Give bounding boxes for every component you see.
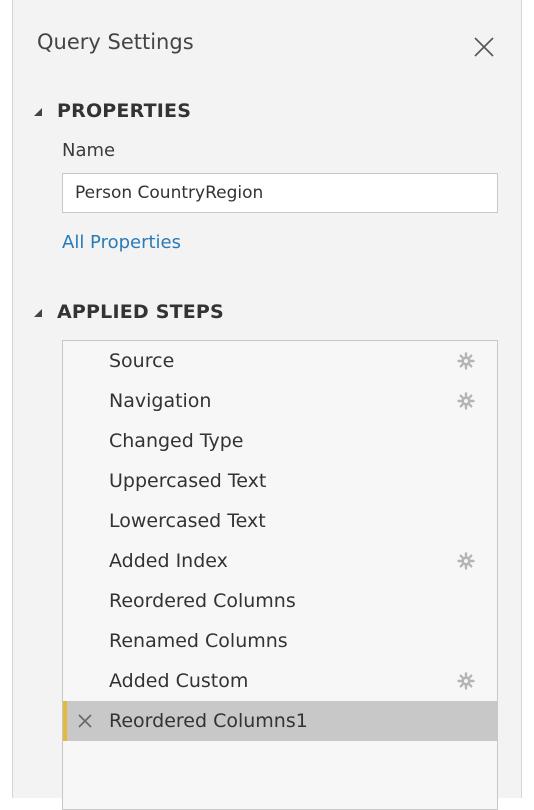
collapse-triangle-icon [34, 309, 42, 317]
step-label: Changed Type [109, 430, 244, 452]
query-name-input[interactable] [62, 173, 498, 213]
gear-icon[interactable] [457, 352, 475, 370]
step-source[interactable]: Source [63, 341, 497, 381]
close-button[interactable] [467, 30, 501, 64]
properties-section-header[interactable]: PROPERTIES [33, 100, 191, 122]
delete-step-icon[interactable] [77, 713, 93, 729]
step-label: Reordered Columns1 [109, 710, 308, 732]
all-properties-link[interactable]: All Properties [62, 232, 181, 253]
step-reordered-columns1[interactable]: Reordered Columns1 [63, 701, 497, 741]
step-label: Reordered Columns [109, 590, 296, 612]
selection-accent-bar [63, 701, 67, 741]
applied-steps-list: Source Navigation Changed Type Uppercase… [62, 340, 498, 810]
step-changed-type[interactable]: Changed Type [63, 421, 497, 461]
close-icon [474, 37, 494, 57]
step-label: Source [109, 350, 175, 372]
step-added-index[interactable]: Added Index [63, 541, 497, 581]
step-added-custom[interactable]: Added Custom [63, 661, 497, 701]
pane-title: Query Settings [37, 30, 194, 54]
gear-icon[interactable] [457, 392, 475, 410]
query-settings-pane: Query Settings PROPERTIES Name All Prope… [12, 0, 522, 810]
gear-icon[interactable] [457, 672, 475, 690]
step-label: Navigation [109, 390, 212, 412]
gear-icon[interactable] [457, 552, 475, 570]
step-reordered-columns[interactable]: Reordered Columns [63, 581, 497, 621]
step-label: Lowercased Text [109, 510, 266, 532]
applied-steps-header-label: APPLIED STEPS [57, 301, 224, 323]
applied-steps-section-header[interactable]: APPLIED STEPS [33, 301, 224, 323]
step-navigation[interactable]: Navigation [63, 381, 497, 421]
step-label: Uppercased Text [109, 470, 267, 492]
properties-header-label: PROPERTIES [57, 100, 192, 122]
name-label: Name [62, 140, 116, 161]
step-uppercased-text[interactable]: Uppercased Text [63, 461, 497, 501]
collapse-triangle-icon [34, 108, 42, 116]
step-lowercased-text[interactable]: Lowercased Text [63, 501, 497, 541]
step-renamed-columns[interactable]: Renamed Columns [63, 621, 497, 661]
step-label: Added Index [109, 550, 228, 572]
step-label: Renamed Columns [109, 630, 288, 652]
step-label: Added Custom [109, 670, 249, 692]
